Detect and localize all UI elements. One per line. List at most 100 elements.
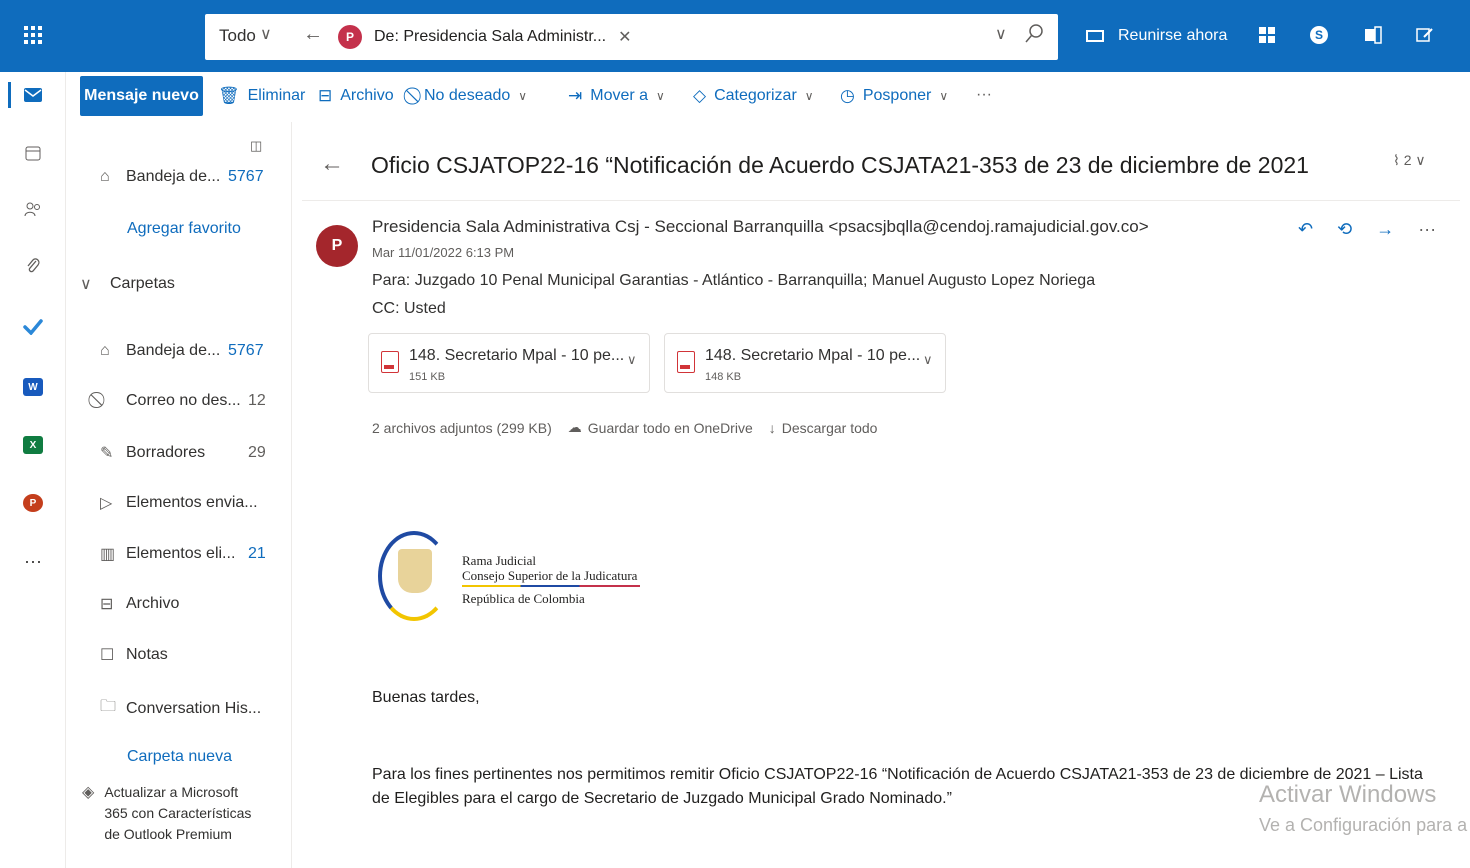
delete-button[interactable]: 🗑 Eliminar [218, 86, 305, 106]
paragraph-line: de Elegibles para el cargo de Secretario… [372, 790, 952, 807]
folder-label: Correo no des... [126, 392, 241, 409]
command-bar: Mensaje nuevo 🗑 Eliminar ⊟ Archivo ⃠ No … [66, 72, 1470, 122]
move-to-button[interactable]: ⇥ Mover a ∨ [568, 86, 665, 106]
back-arrow-icon[interactable]: ← [303, 23, 323, 46]
move-to-label: Mover a [590, 87, 649, 104]
calendar-icon[interactable] [16, 136, 50, 170]
folder-notes[interactable]: ☐ Notas [100, 645, 168, 665]
chevron-down-icon[interactable]: ∨ [656, 89, 665, 103]
item-count: 29 [248, 444, 266, 461]
more-commands-button[interactable]: ··· [976, 86, 992, 104]
search-icon[interactable] [1023, 22, 1045, 49]
chevron-down-icon[interactable]: ∨ [260, 24, 272, 44]
avatar[interactable]: P [316, 225, 358, 267]
save-onedrive-link[interactable]: Guardar todo en OneDrive [588, 420, 753, 436]
folder-deleted[interactable]: ▥ Elementos eli... 21 [100, 544, 266, 564]
meet-now-button[interactable]: Reunirse ahora [1086, 0, 1227, 72]
search-filter-chip[interactable]: P De: Presidencia Sala Administr... ✕ [338, 22, 632, 52]
archive-button[interactable]: ⊟ Archivo [318, 86, 394, 106]
attachment-icon[interactable] [16, 248, 50, 282]
coat-of-arms-icon [398, 549, 432, 593]
word-icon[interactable]: W [16, 370, 50, 404]
chevron-down-icon[interactable]: ∨ [923, 352, 933, 368]
logo-line1: Rama Judicial [462, 553, 537, 568]
folder-sent[interactable]: ▷ Elementos envia... [100, 493, 258, 513]
folder-drafts[interactable]: ✎ Borradores 29 [100, 443, 266, 463]
chevron-down-icon[interactable]: ∨ [518, 89, 527, 103]
search-scope[interactable]: Todo [219, 26, 256, 46]
folders-header-label: Carpetas [110, 275, 175, 292]
reply-icon[interactable]: ↶ [1298, 219, 1313, 240]
back-arrow-icon[interactable]: ← [320, 150, 344, 178]
chevron-down-icon[interactable]: ∨ [805, 89, 814, 103]
new-message-button[interactable]: Mensaje nuevo [80, 76, 203, 116]
folders-header[interactable]: ∨ Carpetas [80, 274, 175, 294]
inbox-icon: ⌂ [100, 168, 110, 185]
chevron-down-icon[interactable]: ∨ [995, 24, 1007, 44]
chevron-down-icon[interactable]: ∨ [939, 89, 948, 103]
apps-icon[interactable] [1256, 24, 1278, 46]
folder-label: Bandeja de... [126, 168, 221, 185]
folder-conversation-history[interactable]: 🗀 Conversation His... [100, 695, 261, 722]
more-icon[interactable]: ··· [1418, 219, 1436, 240]
more-apps-icon[interactable]: ··· [16, 544, 50, 578]
folder-label: Conversation His... [126, 699, 262, 717]
people-icon[interactable] [16, 192, 50, 226]
message-actions: ↶ ⟲ → ··· [1298, 219, 1436, 240]
message-subject: Oficio CSJATOP22-16 “Notificación de Acu… [371, 152, 1309, 178]
todo-icon[interactable] [16, 310, 50, 344]
mail-icon[interactable] [16, 78, 50, 112]
junk-label: No deseado [424, 87, 511, 104]
attachment-size: 151 KB [409, 371, 446, 383]
recipients: Para: Juzgado 10 Penal Municipal Garanti… [372, 272, 1096, 289]
cloud-icon: ☁ [567, 419, 582, 435]
close-icon[interactable]: ✕ [618, 27, 631, 47]
attachment-card[interactable]: 148. Secretario Mpal - 10 pe... 148 KB ∨ [664, 333, 946, 393]
junk-button[interactable]: ⃠ No deseado ∨ [416, 86, 527, 106]
excel-icon[interactable]: X [16, 428, 50, 462]
download-all-link[interactable]: Descargar todo [782, 420, 878, 436]
add-favorite-link[interactable]: Agregar favorito [127, 220, 241, 238]
send-icon: ▷ [100, 495, 113, 512]
delete-label: Eliminar [247, 87, 306, 104]
favorite-inbox[interactable]: ⌂ Bandeja de... 5767 [100, 168, 264, 186]
search-box[interactable]: Todo ∨ ← P De: Presidencia Sala Administ… [205, 14, 1058, 60]
folder-label: Archivo [126, 595, 180, 612]
block-icon: ⃠ [100, 392, 122, 410]
categorize-button[interactable]: ◇ Categorizar ∨ [693, 86, 814, 106]
snooze-label: Posponer [862, 87, 932, 104]
search-filter-label: De: Presidencia Sala Administr... [374, 28, 607, 45]
cc-recipients: CC: Usted [372, 300, 446, 317]
sender[interactable]: Presidencia Sala Administrativa Csj - Se… [372, 217, 1149, 237]
reply-all-icon[interactable]: ⟲ [1337, 219, 1352, 240]
attachment-name: 148. Secretario Mpal - 10 pe... [409, 347, 625, 364]
snooze-button[interactable]: ◷ Posponer ∨ [840, 86, 948, 106]
rama-judicial-logo: Rama Judicial Consejo Superior de la Jud… [378, 531, 648, 625]
folder-junk[interactable]: ⃠ Correo no des... 12 [100, 392, 266, 410]
forward-icon[interactable]: → [1376, 219, 1394, 240]
office-icon[interactable] [1362, 24, 1384, 46]
attachment-count-button[interactable]: ⌇ 2 ∨ [1393, 152, 1426, 169]
attachments-summary: 2 archivos adjuntos (299 KB) [372, 419, 552, 436]
tag-icon: ◇ [693, 86, 707, 105]
clock-icon: ◷ [840, 86, 855, 105]
pdf-icon [677, 351, 695, 373]
feedback-icon[interactable] [1414, 24, 1436, 46]
attachment-icon: ⌇ [1393, 152, 1400, 168]
upgrade-banner[interactable]: ◈ Actualizar a Microsoft 365 con Caracte… [82, 782, 282, 845]
attachment-card[interactable]: 148. Secretario Mpal - 10 pe... 151 KB ∨ [368, 333, 650, 393]
app-launcher-icon[interactable] [22, 24, 44, 46]
skype-icon[interactable]: S [1308, 24, 1330, 46]
powerpoint-icon[interactable]: P [16, 486, 50, 520]
chevron-down-icon[interactable]: ∨ [627, 352, 637, 368]
new-folder-link[interactable]: Carpeta nueva [127, 748, 232, 766]
trash-icon: 🗑 [218, 86, 240, 105]
folder-archive[interactable]: ⊟ Archivo [100, 594, 179, 614]
chevron-down-icon: ∨ [80, 276, 92, 293]
folder-inbox[interactable]: ⌂ Bandeja de... 5767 [100, 342, 264, 360]
video-icon [1086, 30, 1104, 42]
chevron-down-icon: ∨ [1415, 152, 1426, 168]
app-rail: W X P ··· [0, 72, 66, 868]
greeting: Buenas tardes, [372, 689, 480, 706]
collapse-pane-icon[interactable]: ◫ [250, 138, 262, 154]
